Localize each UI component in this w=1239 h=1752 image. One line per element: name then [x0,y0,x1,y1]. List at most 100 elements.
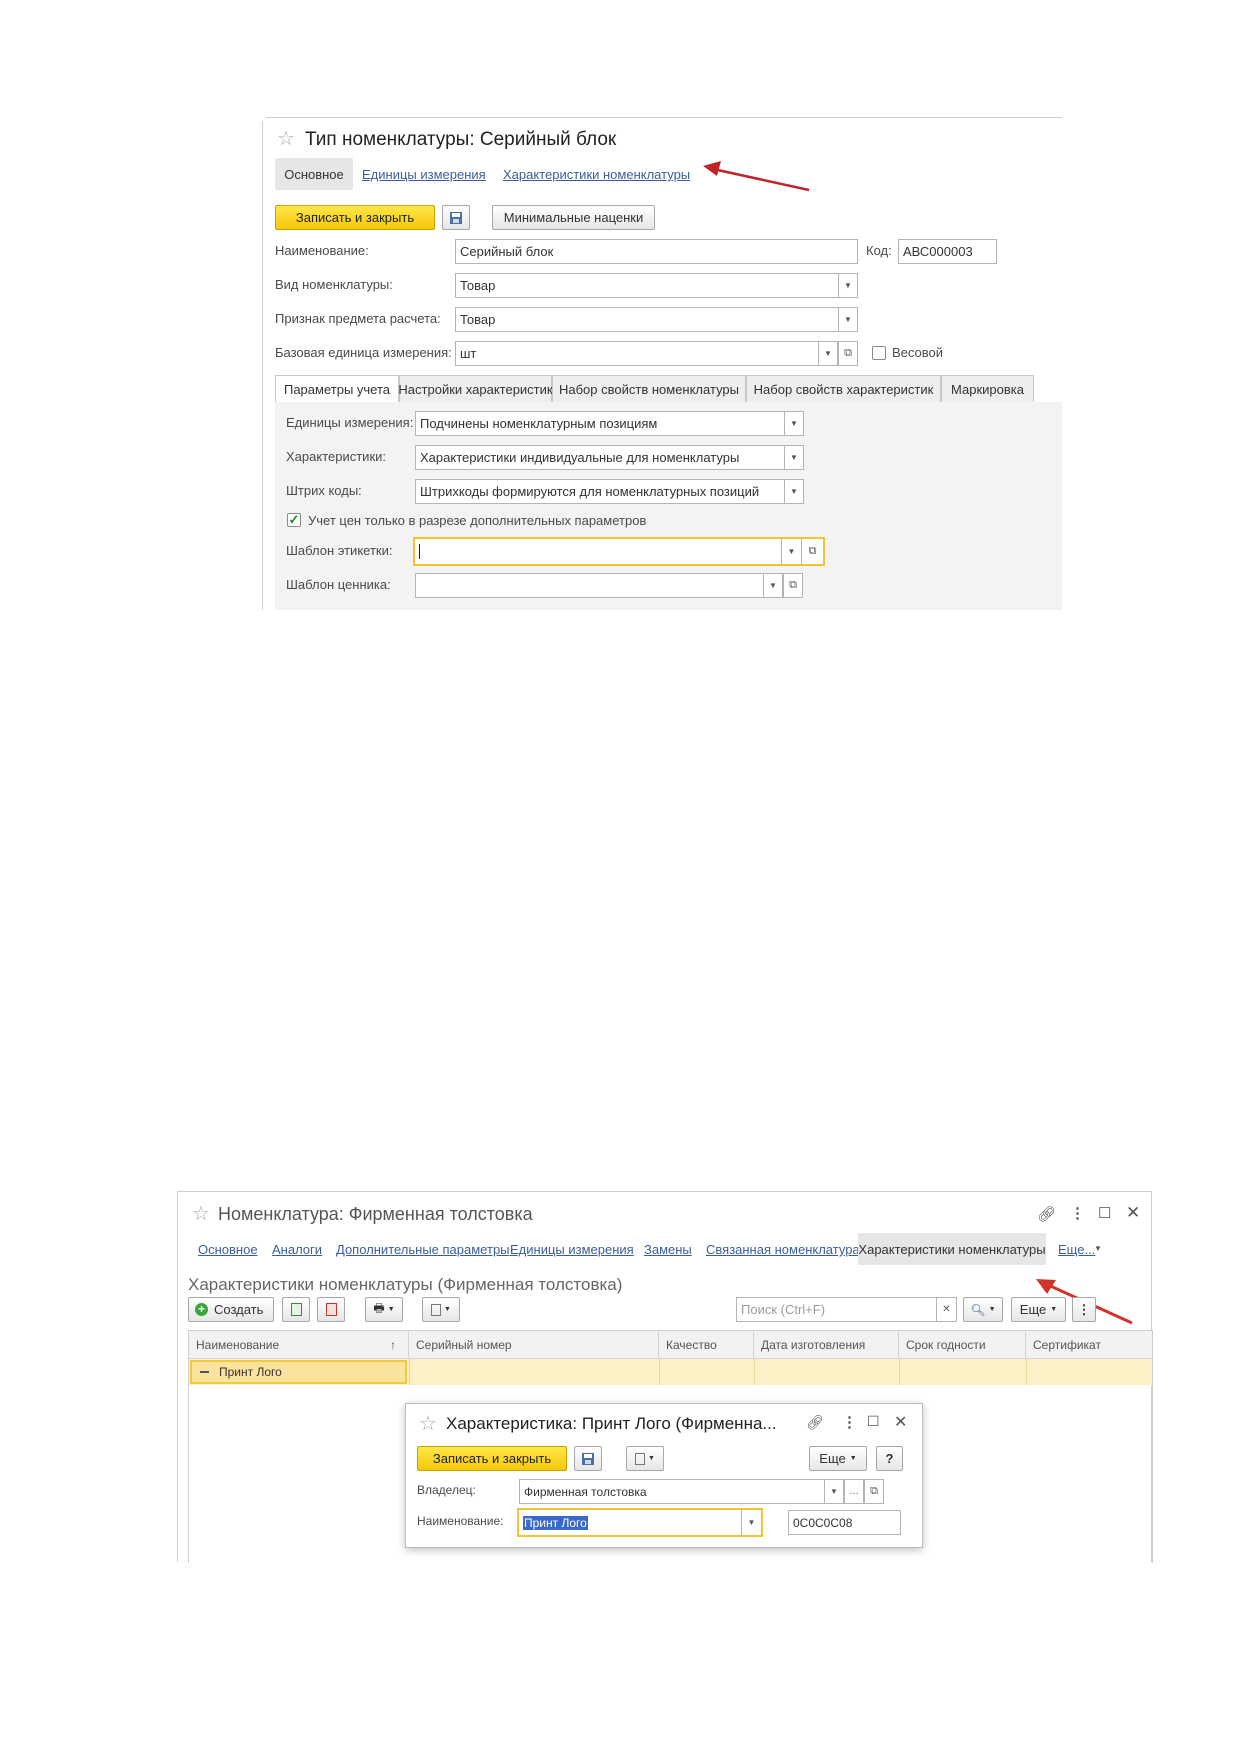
nav2-extra-params-link[interactable]: Дополнительные параметры [336,1242,510,1257]
nav2-related-link[interactable]: Связанная номенклатура [706,1242,860,1257]
nav2-chars-tab[interactable]: Характеристики номенклатуры [858,1233,1046,1265]
column-header-name[interactable]: Наименование ↑ [189,1331,409,1359]
chevron-down-icon[interactable]: ▼ [1094,1244,1102,1253]
search-input[interactable]: Поиск (Ctrl+F) ✕ [736,1297,957,1322]
row-name: Принт Лого [219,1365,282,1379]
create-label: Создать [214,1302,264,1317]
close-icon[interactable]: ✕ [1126,1203,1140,1223]
column-header-quality[interactable]: Качество [659,1331,754,1359]
more-vertical-icon[interactable]: ⋮ [842,1413,857,1431]
ellipsis-icon[interactable]: … [844,1479,864,1504]
favorite-star-icon[interactable]: ☆ [277,129,295,149]
more-vertical-icon[interactable]: ⋮ [1070,1204,1085,1222]
name-label: Наименование: [417,1514,504,1528]
tab-accounting-params[interactable]: Параметры учета [275,375,399,403]
chevron-down-icon[interactable]: ▼ [784,446,803,469]
chevron-down-icon[interactable]: ▼ [741,1510,761,1535]
price-tag-select[interactable]: ▼ [415,573,783,598]
maximize-icon[interactable]: ☐ [1098,1204,1111,1222]
report-button[interactable]: ▼ [422,1297,460,1322]
barcodes-select[interactable]: Штрихкоды формируются для номенклатурных… [415,479,804,504]
unit-label: Базовая единица измерения: [275,345,452,360]
price-checkbox[interactable]: ✓ [287,513,301,527]
favorite-star-icon[interactable]: ☆ [192,1204,210,1224]
link-icon[interactable]: 🔗︎ [1037,1205,1056,1223]
name-select[interactable]: Принт Лого ▼ [517,1508,763,1537]
column-header-serial[interactable]: Серийный номер [409,1331,659,1359]
chevron-down-icon[interactable]: ▼ [824,1480,843,1503]
favorite-star-icon[interactable]: ☆ [419,1414,437,1434]
save-icon-button[interactable] [574,1446,602,1471]
unit-select[interactable]: шт ▼ [455,341,838,366]
sort-arrow-up-icon: ↑ [390,1338,396,1352]
tab-marking[interactable]: Маркировка [941,375,1034,403]
nav2-replacements-link[interactable]: Замены [644,1242,692,1257]
chevron-down-icon[interactable]: ▼ [781,539,801,564]
form2-subtitle: Характеристики номенклатуры (Фирменная т… [188,1275,623,1294]
more-label: Еще [819,1451,846,1466]
open-icon[interactable]: ⧉ [801,539,823,564]
close-icon[interactable]: ✕ [894,1412,907,1432]
tab-nomenclature-props[interactable]: Набор свойств номенклатуры [552,375,746,403]
search-button[interactable]: 🔍︎ ▼ [963,1297,1003,1322]
nav2-more-link[interactable]: Еще... [1058,1242,1095,1257]
printer-icon: 🖶 [373,1301,385,1315]
chevron-down-icon[interactable]: ▼ [838,274,857,297]
save-icon-button[interactable] [442,205,470,230]
kind-value: Товар [460,278,496,293]
tab-char-settings[interactable]: Настройки характеристик [398,375,553,403]
link-icon[interactable]: 🔗︎ [806,1414,824,1431]
tab-char-props[interactable]: Набор свойств характеристик [746,375,941,403]
table-row[interactable]: Принт Лого [189,1359,1152,1385]
open-icon[interactable]: ⧉ [838,341,858,366]
save-disk-icon [582,1452,594,1465]
name-input[interactable]: Серийный блок [455,239,858,264]
nav2-main-link[interactable]: Основное [198,1242,258,1257]
chars-select[interactable]: Характеристики индивидуальные для номенк… [415,445,804,470]
column-header-manufactured[interactable]: Дата изготовления [754,1331,899,1359]
open-icon[interactable]: ⧉ [783,573,803,598]
label-template-select[interactable]: ▼ ⧉ [413,537,825,566]
more-button[interactable]: Еще ▼ [809,1446,867,1471]
print-button[interactable]: 🖶 ▼ [365,1297,403,1322]
help-button[interactable]: ? [876,1446,903,1471]
column-header-certificate[interactable]: Сертификат [1026,1331,1152,1359]
barcodes-label: Штрих коды: [286,483,362,498]
nav2-analogs-link[interactable]: Аналоги [272,1242,322,1257]
units-select[interactable]: Подчинены номенклатурным позициям ▼ [415,411,804,436]
save-and-close-button[interactable]: Записать и закрыть [275,205,435,230]
nav-main[interactable]: Основное [275,158,353,190]
chevron-down-icon[interactable]: ▼ [784,412,803,435]
save-and-close-button[interactable]: Записать и закрыть [417,1446,567,1471]
min-markups-button[interactable]: Минимальные наценки [492,205,655,230]
clear-icon[interactable]: ✕ [936,1298,956,1321]
chevron-down-icon[interactable]: ▼ [818,342,837,365]
nav-chars-link[interactable]: Характеристики номенклатуры [503,167,690,182]
calc-value: Товар [460,312,496,327]
form2-title: Номенклатура: Фирменная толстовка [218,1204,533,1224]
chevron-down-icon[interactable]: ▼ [784,480,803,503]
create-button[interactable]: + Создать [188,1297,274,1322]
maximize-icon[interactable]: ☐ [867,1413,880,1430]
nav-units-link[interactable]: Единицы измерения [362,167,486,182]
column-header-expiry[interactable]: Срок годности [899,1331,1026,1359]
report-icon [431,1303,442,1316]
open-icon[interactable]: ⧉ [864,1479,884,1504]
help-button[interactable]: ⋮ [1072,1297,1096,1322]
nav2-units-link[interactable]: Единицы измерения [510,1242,634,1257]
delete-button[interactable] [317,1297,345,1322]
name-value: Принт Лого [523,1515,588,1530]
owner-select[interactable]: Фирменная толстовка ▼ [519,1479,844,1504]
collapse-minus-icon[interactable] [200,1371,209,1373]
more-button[interactable]: Еще ▼ [1011,1297,1066,1322]
chevron-down-icon[interactable]: ▼ [763,574,782,597]
weight-checkbox[interactable] [872,346,886,360]
copy-button[interactable] [282,1297,310,1322]
kind-select[interactable]: Товар ▼ [455,273,858,298]
calc-select[interactable]: Товар ▼ [455,307,858,332]
chevron-down-icon[interactable]: ▼ [838,308,857,331]
selected-cell[interactable]: Принт Лого [190,1360,407,1384]
report-button[interactable]: ▼ [626,1446,664,1471]
code-input[interactable]: 0С0С0С08 [788,1510,901,1535]
code-input[interactable]: АВС000003 [898,239,997,264]
